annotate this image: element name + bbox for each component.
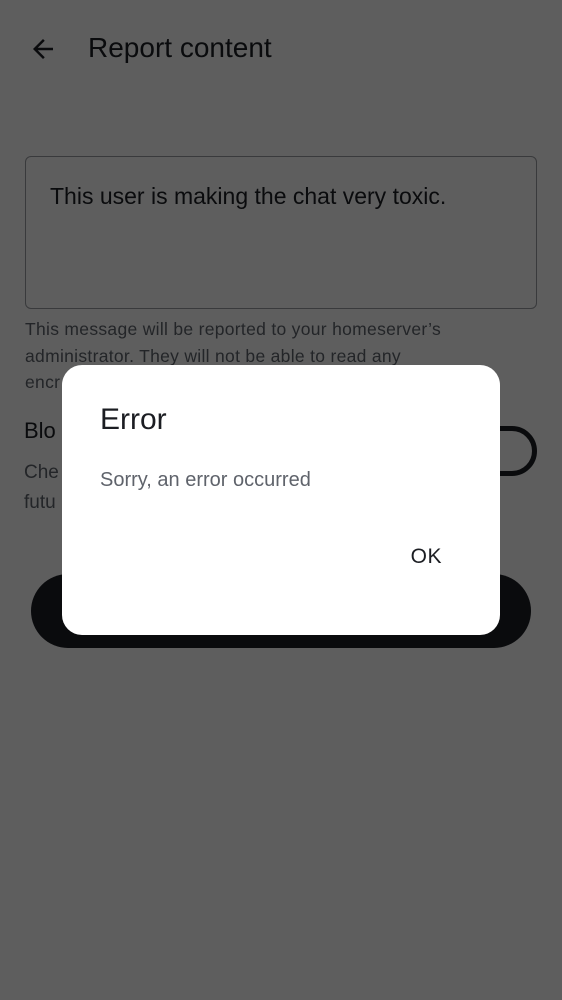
desc-line: futu: [24, 492, 56, 513]
dialog-title: Error: [100, 403, 167, 436]
block-user-description: Che futu: [24, 458, 59, 518]
hint-line: This message will be reported to your ho…: [25, 319, 442, 339]
page-title: Report content: [88, 32, 272, 63]
block-user-label: Blo: [24, 418, 56, 443]
report-reason-input[interactable]: This user is making the chat very toxic.: [25, 156, 537, 309]
ok-button[interactable]: OK: [411, 545, 442, 569]
error-dialog: Error Sorry, an error occurred OK: [62, 365, 500, 635]
arrow-left-icon[interactable]: [28, 34, 58, 64]
dialog-message: Sorry, an error occurred: [100, 469, 311, 491]
top-app-bar: Report content: [0, 0, 562, 100]
desc-line: Che: [24, 462, 59, 483]
